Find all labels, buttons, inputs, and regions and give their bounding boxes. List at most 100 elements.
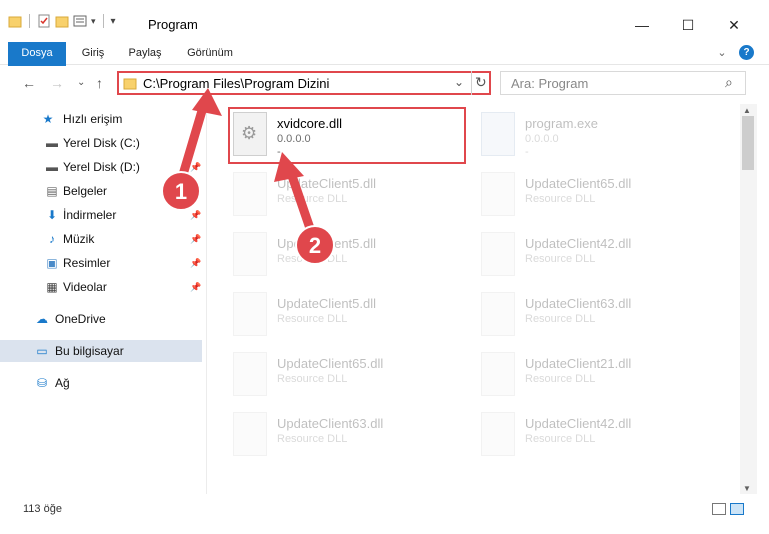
file-name: UpdateClient63.dll: [277, 416, 384, 431]
drive-icon: ▬: [46, 136, 58, 150]
maximize-icon: ☐: [681, 16, 695, 33]
file-description: Resource DLL: [525, 373, 596, 385]
view-options-icon[interactable]: [73, 14, 87, 28]
tab-home[interactable]: Giriş: [74, 42, 112, 64]
music-icon: ♪: [49, 232, 55, 246]
pin-icon[interactable]: 📌: [190, 234, 201, 245]
sidebar-item-downloads[interactable]: ⬇ İndirmeler 📌: [0, 204, 202, 226]
recent-locations-icon[interactable]: ⌄: [77, 77, 85, 88]
file-item[interactable]: UpdateClient21.dll Resource DLL: [455, 348, 695, 406]
dll-file-icon: [481, 172, 515, 216]
file-name: UpdateClient5.dll: [277, 176, 377, 191]
pin-icon[interactable]: 📌: [190, 258, 201, 269]
customize-qat-icon[interactable]: ▾: [111, 16, 116, 27]
sidebar-item-onedrive[interactable]: ☁ OneDrive: [0, 308, 202, 330]
search-box[interactable]: Ara: Program ⌕: [500, 71, 746, 95]
pictures-icon: ▣: [46, 256, 58, 270]
back-icon[interactable]: ←: [22, 75, 36, 91]
sidebar-item-quick-access[interactable]: ★ Hızlı erişim: [0, 108, 202, 130]
sidebar-item-music[interactable]: ♪ Müzik 📌: [0, 228, 202, 250]
dll-file-icon: [233, 352, 267, 396]
close-icon: ✕: [728, 16, 740, 33]
tiles-view-icon[interactable]: [730, 503, 744, 515]
file-item[interactable]: UpdateClient63.dll Resource DLL: [207, 408, 447, 466]
file-item[interactable]: UpdateClient5.dll Resource DLL: [207, 228, 447, 286]
file-item[interactable]: UpdateClient63.dll Resource DLL: [455, 288, 695, 346]
refresh-icon[interactable]: ↻: [475, 74, 487, 91]
file-item[interactable]: UpdateClient5.dll Resource DLL: [207, 168, 447, 226]
file-item[interactable]: UpdateClient42.dll Resource DLL: [455, 408, 695, 466]
file-name: UpdateClient21.dll: [525, 356, 632, 371]
network-icon: ⛁: [36, 376, 48, 390]
up-icon[interactable]: ↑: [96, 75, 103, 91]
scroll-up-icon[interactable]: ▲: [743, 106, 751, 115]
sidebar-item-network[interactable]: ⛁ Ağ: [0, 372, 202, 394]
minimize-icon: —: [635, 17, 649, 33]
qat-dropdown-icon[interactable]: ▾: [91, 16, 96, 27]
sidebar-item-local-disk-d[interactable]: ▬ Yerel Disk (D:) 📌: [0, 156, 202, 178]
sidebar-item-label: Hızlı erişim: [63, 112, 123, 126]
ribbon-expand-icon[interactable]: ⌄: [714, 42, 730, 64]
ribbon: Dosya Giriş Paylaş Görünüm ⌄ ?: [0, 41, 769, 100]
exe-file-icon: [481, 112, 515, 156]
file-item[interactable]: UpdateClient5.dll Resource DLL: [207, 288, 447, 346]
title-bar: ▾ ▾ Program — ☐ ✕: [0, 0, 769, 44]
maximize-button[interactable]: ☐: [665, 10, 711, 40]
file-description: Resource DLL: [277, 433, 348, 445]
quick-access-toolbar: ▾ ▾: [8, 14, 116, 28]
tab-view[interactable]: Görünüm: [180, 42, 240, 64]
dll-file-icon: [233, 172, 267, 216]
sidebar-item-label: Müzik: [63, 232, 95, 246]
file-item[interactable]: UpdateClient65.dll Resource DLL: [455, 168, 695, 226]
sidebar-item-this-pc[interactable]: ▭ Bu bilgisayar: [0, 340, 202, 362]
sidebar-item-documents[interactable]: ▤ Belgeler: [0, 180, 202, 202]
vertical-scrollbar[interactable]: ▲ ▼: [740, 104, 757, 494]
documents-icon: ▤: [46, 184, 58, 198]
file-item[interactable]: program.exe 0.0.0.0 -: [455, 108, 695, 166]
file-item[interactable]: UpdateClient42.dll Resource DLL: [455, 228, 695, 286]
sidebar-item-label: Yerel Disk (D:): [63, 160, 140, 174]
sidebar-item-label: Videolar: [63, 280, 107, 294]
dll-file-icon: [481, 352, 515, 396]
file-name: UpdateClient42.dll: [525, 416, 632, 431]
file-description: Resource DLL: [277, 373, 348, 385]
navigation-pane: ★ Hızlı erişim ▬ Yerel Disk (C:) ▬ Yerel…: [0, 104, 206, 494]
search-icon[interactable]: ⌕: [725, 74, 733, 91]
sidebar-item-label: OneDrive: [55, 312, 106, 326]
address-separator: [471, 71, 472, 95]
address-path[interactable]: C:\Program Files\Program Dizini: [143, 76, 329, 91]
pin-icon[interactable]: 📌: [190, 162, 201, 173]
sidebar-item-label: İndirmeler: [63, 208, 117, 222]
view-switcher: [712, 503, 744, 515]
dll-file-icon: [233, 412, 267, 456]
properties-icon[interactable]: [37, 14, 51, 28]
close-button[interactable]: ✕: [711, 10, 757, 40]
help-icon[interactable]: ?: [739, 45, 754, 60]
sidebar-item-videos[interactable]: ▦ Videolar 📌: [0, 276, 202, 298]
file-description: Resource DLL: [525, 193, 596, 205]
new-folder-icon[interactable]: [55, 14, 69, 28]
videos-icon: ▦: [46, 280, 58, 294]
pin-icon[interactable]: 📌: [190, 210, 201, 221]
file-name: UpdateClient5.dll: [277, 296, 377, 311]
folder-icon: [8, 16, 22, 28]
forward-icon[interactable]: →: [50, 75, 64, 91]
address-bar[interactable]: C:\Program Files\Program Dizini ⌄ ↻: [117, 71, 491, 95]
search-input[interactable]: Ara: Program: [511, 76, 588, 91]
dll-file-icon: [481, 232, 515, 276]
file-name: program.exe: [525, 116, 598, 131]
file-item[interactable]: UpdateClient65.dll Resource DLL: [207, 348, 447, 406]
file-description: Resource DLL: [525, 253, 596, 265]
dll-file-icon: [481, 292, 515, 336]
sidebar-item-local-disk-c[interactable]: ▬ Yerel Disk (C:): [0, 132, 202, 154]
scroll-down-icon[interactable]: ▼: [743, 484, 751, 493]
sidebar-item-pictures[interactable]: ▣ Resimler 📌: [0, 252, 202, 274]
tab-share[interactable]: Paylaş: [124, 42, 166, 64]
scroll-thumb[interactable]: [742, 116, 754, 170]
details-view-icon[interactable]: [712, 503, 726, 515]
pin-icon[interactable]: 📌: [190, 282, 201, 293]
address-dropdown-icon[interactable]: ⌄: [454, 75, 464, 89]
file-description: Resource DLL: [525, 313, 596, 325]
file-highlight-box: [228, 107, 466, 164]
minimize-button[interactable]: —: [619, 10, 665, 40]
